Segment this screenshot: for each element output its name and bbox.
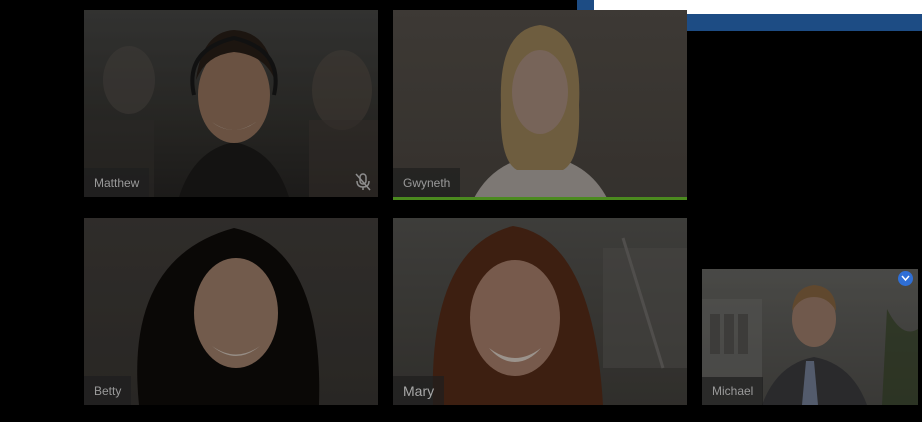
participant-name-label: Betty bbox=[84, 376, 132, 405]
participant-name-label: Gwyneth bbox=[393, 168, 461, 197]
video-tile-mary[interactable]: Mary bbox=[393, 218, 687, 405]
mic-muted-icon bbox=[355, 173, 371, 191]
video-call-window: Matthew Gwyneth Betty Mary Michael bbox=[0, 0, 922, 422]
participant-name-label: Mary bbox=[393, 376, 445, 405]
speaking-indicator bbox=[393, 197, 687, 200]
video-tile-betty[interactable]: Betty bbox=[84, 218, 378, 405]
participant-name-label: Michael bbox=[702, 377, 764, 405]
video-tile-gwyneth[interactable]: Gwyneth bbox=[393, 10, 687, 200]
video-tile-michael[interactable]: Michael bbox=[702, 269, 918, 405]
video-tile-matthew[interactable]: Matthew bbox=[84, 10, 378, 197]
chevron-down-icon bbox=[901, 275, 910, 282]
participant-name-label: Matthew bbox=[84, 168, 150, 197]
pinned-badge[interactable] bbox=[898, 271, 913, 286]
